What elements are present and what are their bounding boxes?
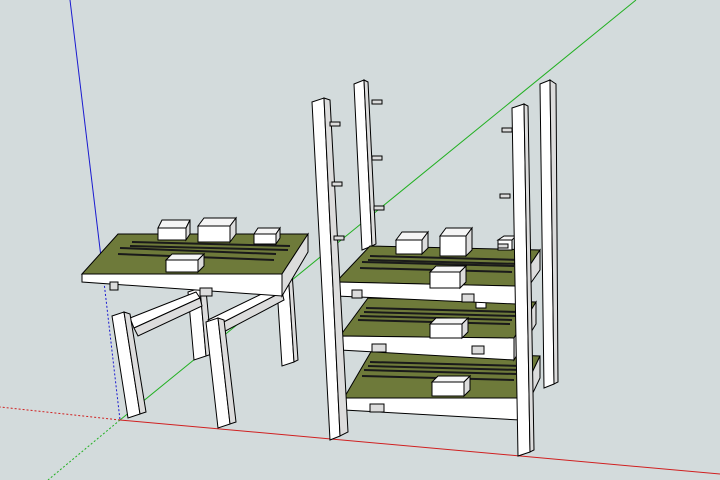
3d-modeling-viewport[interactable] xyxy=(0,0,720,480)
table-block-3 xyxy=(253,226,281,246)
single-level-table[interactable] xyxy=(80,216,309,429)
shelf-back-post-right xyxy=(539,79,559,389)
shelf-middle-block xyxy=(428,316,470,340)
x-axis-dotted xyxy=(0,406,121,421)
model-canvas[interactable] xyxy=(0,0,720,480)
shelf-back-post-left xyxy=(353,79,385,251)
three-level-shelf[interactable] xyxy=(311,79,559,457)
z-axis-line xyxy=(69,0,105,283)
shelf-top-block-1 xyxy=(395,230,429,256)
shelf-top-block-4 xyxy=(428,264,468,290)
table-front-leg-right xyxy=(205,317,237,429)
shelf-front-post-left xyxy=(311,97,349,441)
shelf-bottom-block xyxy=(430,374,472,398)
y-axis-dotted xyxy=(47,419,121,480)
table-block-1 xyxy=(157,219,191,242)
table-block-4 xyxy=(164,252,206,274)
shelf-board-middle xyxy=(339,297,537,362)
shelf-top-block-2 xyxy=(439,226,473,258)
table-block-2 xyxy=(197,216,237,244)
shelf-board-bottom xyxy=(343,349,541,421)
x-axis-line xyxy=(119,419,720,475)
